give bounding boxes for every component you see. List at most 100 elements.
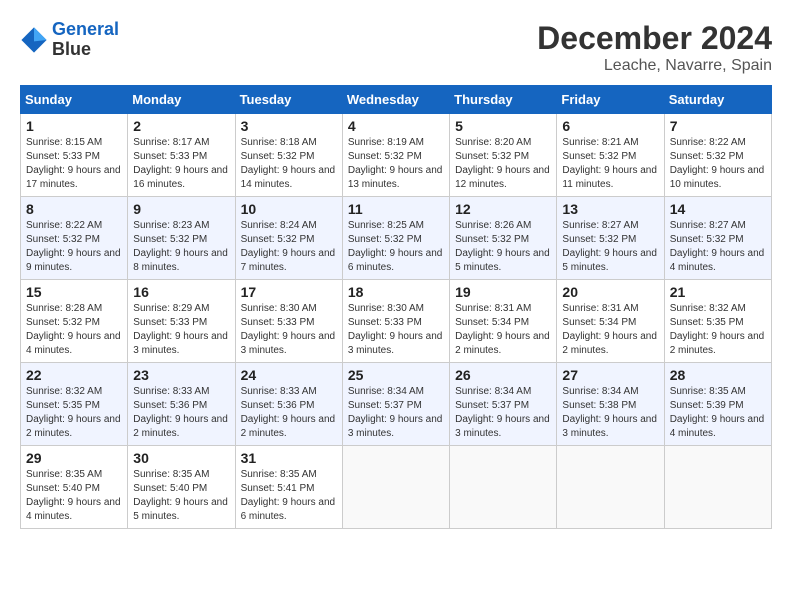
calendar-cell: 28 Sunrise: 8:35 AMSunset: 5:39 PMDayligh… [664,363,771,446]
logo: General Blue [20,20,119,60]
calendar-cell: 5 Sunrise: 8:20 AMSunset: 5:32 PMDaylight… [450,114,557,197]
calendar-week-3: 15Sunrise: 8:28 AMSunset: 5:32 PMDayligh… [21,280,772,363]
day-number: 20 [562,284,658,300]
day-info: Sunrise: 8:27 AMSunset: 5:32 PMDaylight:… [670,219,766,275]
calendar-cell: 22Sunrise: 8:32 AMSunset: 5:35 PMDayligh… [21,363,128,446]
calendar: SundayMondayTuesdayWednesdayThursdayFrid… [20,85,772,529]
day-number: 31 [241,450,337,466]
day-info: Sunrise: 8:27 AMSunset: 5:32 PMDaylight:… [562,219,658,275]
day-info: Sunrise: 8:32 AMSunset: 5:35 PMDaylight:… [670,302,766,358]
calendar-cell: 20 Sunrise: 8:31 AMSunset: 5:34 PMDayligh… [557,280,664,363]
calendar-cell: 11 Sunrise: 8:25 AMSunset: 5:32 PMDayligh… [342,197,449,280]
title-area: December 2024 Leache, Navarre, Spain [537,20,772,75]
day-info: Sunrise: 8:33 AMSunset: 5:36 PMDaylight:… [133,385,229,441]
day-number: 5 [455,118,551,134]
day-info: Sunrise: 8:28 AMSunset: 5:32 PMDaylight:… [26,302,122,358]
header-cell-tuesday: Tuesday [235,86,342,114]
calendar-cell: 29 Sunrise: 8:35 AMSunset: 5:40 PMDayligh… [21,446,128,529]
calendar-cell: 8 Sunrise: 8:22 AMSunset: 5:32 PMDaylight… [21,197,128,280]
calendar-cell: 12Sunrise: 8:26 AMSunset: 5:32 PMDayligh… [450,197,557,280]
calendar-week-1: 1 Sunrise: 8:15 AMSunset: 5:33 PMDaylight… [21,114,772,197]
calendar-cell: 30Sunrise: 8:35 AMSunset: 5:40 PMDayligh… [128,446,235,529]
day-number: 2 [133,118,229,134]
calendar-cell: 31 Sunrise: 8:35 AMSunset: 5:41 PMDayligh… [235,446,342,529]
calendar-cell: 16Sunrise: 8:29 AMSunset: 5:33 PMDayligh… [128,280,235,363]
calendar-cell: 24 Sunrise: 8:33 AMSunset: 5:36 PMDayligh… [235,363,342,446]
calendar-cell: 19Sunrise: 8:31 AMSunset: 5:34 PMDayligh… [450,280,557,363]
day-info: Sunrise: 8:30 AMSunset: 5:33 PMDaylight:… [348,302,444,358]
day-number: 23 [133,367,229,383]
day-number: 18 [348,284,444,300]
logo-icon [20,26,48,54]
day-number: 14 [670,201,766,217]
day-info: Sunrise: 8:33 AMSunset: 5:36 PMDaylight:… [241,385,337,441]
calendar-cell [342,446,449,529]
calendar-cell: 25Sunrise: 8:34 AMSunset: 5:37 PMDayligh… [342,363,449,446]
day-info: Sunrise: 8:15 AMSunset: 5:33 PMDaylight:… [26,136,122,192]
calendar-cell [557,446,664,529]
day-info: Sunrise: 8:30 AMSunset: 5:33 PMDaylight:… [241,302,337,358]
day-number: 8 [26,201,122,217]
day-number: 13 [562,201,658,217]
main-title: December 2024 [537,20,772,57]
day-number: 29 [26,450,122,466]
day-info: Sunrise: 8:31 AMSunset: 5:34 PMDaylight:… [562,302,658,358]
day-number: 1 [26,118,122,134]
day-info: Sunrise: 8:18 AMSunset: 5:32 PMDaylight:… [241,136,337,192]
calendar-cell: 26 Sunrise: 8:34 AMSunset: 5:37 PMDayligh… [450,363,557,446]
day-info: Sunrise: 8:24 AMSunset: 5:32 PMDaylight:… [241,219,337,275]
day-info: Sunrise: 8:35 AMSunset: 5:41 PMDaylight:… [241,468,337,524]
day-info: Sunrise: 8:20 AMSunset: 5:32 PMDaylight:… [455,136,551,192]
calendar-header: SundayMondayTuesdayWednesdayThursdayFrid… [21,86,772,114]
header-cell-wednesday: Wednesday [342,86,449,114]
day-info: Sunrise: 8:22 AMSunset: 5:32 PMDaylight:… [670,136,766,192]
header-cell-sunday: Sunday [21,86,128,114]
day-number: 3 [241,118,337,134]
day-number: 9 [133,201,229,217]
day-info: Sunrise: 8:34 AMSunset: 5:37 PMDaylight:… [455,385,551,441]
header-cell-friday: Friday [557,86,664,114]
day-number: 17 [241,284,337,300]
calendar-cell: 1 Sunrise: 8:15 AMSunset: 5:33 PMDaylight… [21,114,128,197]
calendar-cell: 23 Sunrise: 8:33 AMSunset: 5:36 PMDayligh… [128,363,235,446]
calendar-cell: 2Sunrise: 8:17 AMSunset: 5:33 PMDaylight… [128,114,235,197]
calendar-cell: 13 Sunrise: 8:27 AMSunset: 5:32 PMDayligh… [557,197,664,280]
day-info: Sunrise: 8:35 AMSunset: 5:40 PMDaylight:… [26,468,122,524]
day-number: 22 [26,367,122,383]
calendar-cell: 6Sunrise: 8:21 AMSunset: 5:32 PMDaylight… [557,114,664,197]
day-info: Sunrise: 8:35 AMSunset: 5:40 PMDaylight:… [133,468,229,524]
calendar-week-2: 8 Sunrise: 8:22 AMSunset: 5:32 PMDaylight… [21,197,772,280]
day-info: Sunrise: 8:29 AMSunset: 5:33 PMDaylight:… [133,302,229,358]
day-info: Sunrise: 8:22 AMSunset: 5:32 PMDaylight:… [26,219,122,275]
calendar-cell: 17 Sunrise: 8:30 AMSunset: 5:33 PMDayligh… [235,280,342,363]
logo-text: General Blue [52,20,119,60]
calendar-cell: 14 Sunrise: 8:27 AMSunset: 5:32 PMDayligh… [664,197,771,280]
day-number: 6 [562,118,658,134]
calendar-cell: 3 Sunrise: 8:18 AMSunset: 5:32 PMDaylight… [235,114,342,197]
day-number: 24 [241,367,337,383]
day-info: Sunrise: 8:35 AMSunset: 5:39 PMDaylight:… [670,385,766,441]
calendar-cell: 9 Sunrise: 8:23 AMSunset: 5:32 PMDaylight… [128,197,235,280]
header-row: SundayMondayTuesdayWednesdayThursdayFrid… [21,86,772,114]
header: General Blue December 2024 Leache, Navar… [20,20,772,75]
calendar-cell: 21 Sunrise: 8:32 AMSunset: 5:35 PMDayligh… [664,280,771,363]
calendar-cell: 15Sunrise: 8:28 AMSunset: 5:32 PMDayligh… [21,280,128,363]
subtitle: Leache, Navarre, Spain [537,57,772,75]
header-cell-thursday: Thursday [450,86,557,114]
day-info: Sunrise: 8:34 AMSunset: 5:37 PMDaylight:… [348,385,444,441]
header-cell-saturday: Saturday [664,86,771,114]
day-info: Sunrise: 8:31 AMSunset: 5:34 PMDaylight:… [455,302,551,358]
day-number: 21 [670,284,766,300]
calendar-cell [450,446,557,529]
day-info: Sunrise: 8:23 AMSunset: 5:32 PMDaylight:… [133,219,229,275]
day-info: Sunrise: 8:34 AMSunset: 5:38 PMDaylight:… [562,385,658,441]
day-number: 4 [348,118,444,134]
day-number: 28 [670,367,766,383]
day-number: 11 [348,201,444,217]
day-number: 27 [562,367,658,383]
calendar-cell [664,446,771,529]
day-number: 12 [455,201,551,217]
day-info: Sunrise: 8:25 AMSunset: 5:32 PMDaylight:… [348,219,444,275]
day-number: 26 [455,367,551,383]
day-number: 7 [670,118,766,134]
